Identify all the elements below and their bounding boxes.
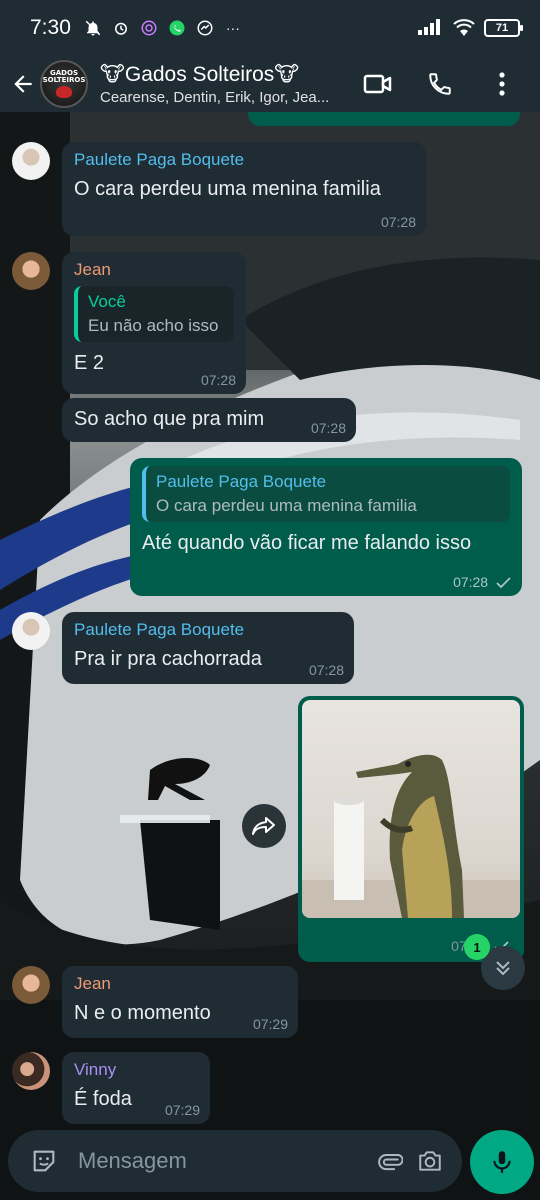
previous-message-bubble — [248, 112, 520, 126]
arrow-left-icon — [14, 75, 32, 93]
message-time: 07:29 — [164, 1102, 200, 1118]
message-time: 07:28 — [308, 662, 344, 678]
message-time: 07:28 — [310, 420, 346, 436]
quoted-message[interactable]: Você Eu não acho isso — [74, 286, 234, 342]
avatar[interactable] — [12, 252, 50, 290]
message-time: 07:29 — [252, 1016, 288, 1032]
mute-notifications-icon — [83, 18, 103, 38]
message-sender: Jean — [74, 974, 111, 993]
message-sender: Vinny — [74, 1060, 117, 1079]
avatar[interactable] — [12, 142, 50, 180]
camera-button[interactable] — [410, 1141, 450, 1181]
message-composer — [8, 1130, 462, 1192]
image-message[interactable]: 07:29 — [298, 696, 524, 962]
app-notification-icon — [139, 18, 159, 38]
message-status: 07:28 — [453, 574, 512, 590]
message-time: 07:28 — [453, 574, 489, 590]
message-time: 07:28 — [200, 372, 236, 388]
video-camera-icon — [363, 74, 392, 94]
paperclip-icon — [378, 1154, 403, 1171]
message-text: Até quando vão ficar me falando isso — [142, 532, 472, 554]
avatar[interactable] — [12, 612, 50, 650]
group-avatar-text-2: SOLTEIROS — [42, 76, 86, 84]
group-title: 🐮Gados Solteiros🐮 — [100, 63, 300, 86]
more-notifications-icon: ··· — [225, 20, 240, 36]
group-avatar[interactable]: GADOS SOLTEIROS — [40, 60, 88, 108]
message-bubble[interactable]: Paulete Paga Boquete O cara perdeu uma m… — [130, 458, 522, 596]
alarm-icon — [111, 18, 131, 38]
signal-icon — [418, 18, 444, 38]
message-text: Pra ir pra cachorrada — [74, 648, 262, 670]
emoji-sticker-button[interactable] — [24, 1141, 64, 1181]
message-time: 07:28 — [380, 214, 416, 230]
message-bubble[interactable]: Paulete Paga Boquete Pra ir pra cachorra… — [62, 612, 354, 684]
double-chevron-down-icon — [496, 961, 510, 976]
message-sender: Paulete Paga Boquete — [74, 150, 245, 169]
phone-icon — [429, 73, 451, 95]
quoted-message[interactable]: Paulete Paga Boquete O cara perdeu uma m… — [142, 466, 510, 522]
messenger-notification-icon — [195, 18, 215, 38]
chat-header: GADOS SOLTEIROS 🐮Gados Solteiros🐮 Cearen… — [0, 56, 540, 112]
whatsapp-notification-icon — [167, 18, 187, 38]
battery-icon: 71 — [484, 19, 523, 37]
status-bar: 7:30 ··· 71 — [0, 0, 540, 56]
check-icon — [496, 577, 511, 589]
sticker-icon — [33, 1150, 55, 1172]
message-bubble[interactable]: Jean Você Eu não acho isso E 2 07:28 — [62, 252, 246, 394]
message-sender: Jean — [74, 260, 111, 279]
message-photo[interactable] — [302, 700, 520, 918]
message-bubble[interactable]: Paulete Paga Boquete O cara perdeu uma m… — [62, 142, 426, 236]
wifi-icon — [452, 18, 476, 39]
message-text: O cara perdeu uma menina familia — [74, 178, 381, 200]
message-sender: Paulete Paga Boquete — [74, 620, 245, 639]
kebab-menu-icon — [499, 72, 505, 96]
back-button[interactable] — [8, 64, 38, 104]
voice-message-button[interactable] — [470, 1130, 534, 1194]
camera-icon — [419, 1151, 441, 1171]
group-members: Cearense, Dentin, Erik, Igor, Jea... — [100, 89, 330, 106]
message-bubble[interactable]: Jean N e o momento 07:29 — [62, 966, 298, 1038]
quoted-text: Eu não acho isso — [88, 316, 219, 335]
message-bubble[interactable]: Vinny É foda 07:29 — [62, 1052, 210, 1124]
status-time: 7:30 — [30, 16, 71, 39]
forward-icon — [252, 817, 275, 835]
unread-count-badge: 1 — [464, 934, 490, 960]
voice-call-button[interactable] — [420, 64, 460, 104]
message-bubble[interactable]: So acho que pra mim 07:28 — [62, 398, 356, 442]
avatar[interactable] — [12, 966, 50, 1004]
quoted-text: O cara perdeu uma menina familia — [156, 496, 417, 515]
quoted-sender: Paulete Paga Boquete — [156, 472, 327, 491]
group-info[interactable]: 🐮Gados Solteiros🐮 Cearense, Dentin, Erik… — [100, 62, 358, 106]
caiman-photo — [302, 754, 520, 918]
avatar[interactable] — [12, 1052, 50, 1090]
more-options-button[interactable] — [482, 64, 522, 104]
message-input[interactable] — [78, 1148, 370, 1174]
message-text: So acho que pra mim — [74, 408, 265, 430]
bull-logo-icon — [56, 86, 72, 98]
video-call-button[interactable] — [358, 64, 398, 104]
quoted-sender: Você — [88, 292, 126, 311]
attach-button[interactable] — [370, 1141, 410, 1181]
messages-list[interactable]: Paulete Paga Boquete O cara perdeu uma m… — [0, 112, 540, 1130]
microphone-icon — [493, 1151, 511, 1173]
forward-button[interactable] — [242, 804, 286, 848]
